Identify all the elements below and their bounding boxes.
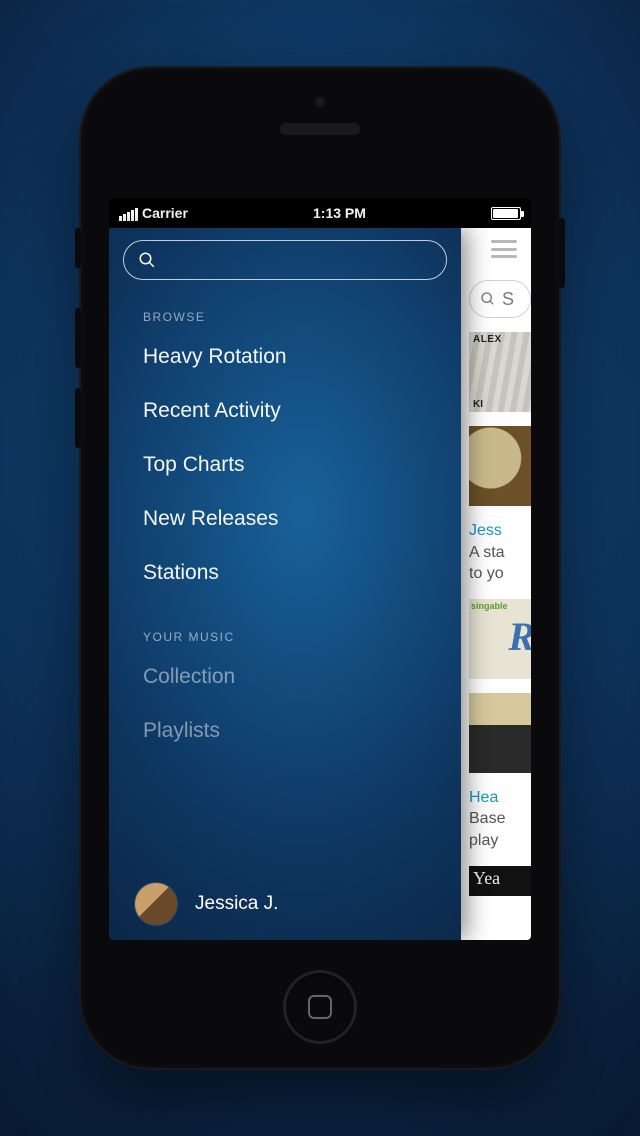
front-camera	[314, 96, 326, 108]
nav-drawer: BROWSE Heavy Rotation Recent Activity To…	[109, 228, 461, 940]
carrier-label: Carrier	[142, 205, 188, 221]
power-button[interactable]	[559, 218, 565, 288]
earpiece	[280, 123, 360, 135]
album-tag: singable	[471, 601, 508, 611]
album-tile[interactable]: singable R	[469, 599, 531, 679]
nav-item-top-charts[interactable]: Top Charts	[109, 438, 461, 492]
search-icon	[138, 251, 156, 269]
profile-name: Jessica J.	[195, 893, 278, 915]
volume-down-button[interactable]	[75, 388, 81, 448]
clock: 1:13 PM	[313, 205, 366, 221]
album-tile[interactable]: Yea	[469, 866, 531, 896]
volume-up-button[interactable]	[75, 308, 81, 368]
content-search-input[interactable]: S	[469, 280, 531, 318]
card-blurb[interactable]: Hea Base play	[469, 787, 531, 852]
battery-icon	[491, 207, 521, 220]
nav-item-collection[interactable]: Collection	[109, 650, 461, 704]
card-subtitle: play	[469, 830, 531, 852]
section-header-your-music: YOUR MUSIC	[109, 600, 461, 650]
nav-item-stations[interactable]: Stations	[109, 546, 461, 600]
card-subtitle: to yo	[469, 563, 531, 585]
hamburger-icon[interactable]	[491, 240, 517, 258]
card-subtitle: A sta	[469, 542, 531, 564]
screen: Carrier 1:13 PM S Jess A sta to yo	[109, 198, 531, 940]
drawer-search-input[interactable]	[123, 240, 447, 280]
app-viewport: S Jess A sta to yo singable R Hea Base	[109, 228, 531, 940]
content-search-text: S	[502, 289, 514, 310]
mute-switch[interactable]	[75, 228, 81, 268]
avatar	[135, 883, 177, 925]
album-tile[interactable]	[469, 332, 531, 412]
nav-item-heavy-rotation[interactable]: Heavy Rotation	[109, 330, 461, 384]
card-title: Jess	[469, 520, 531, 542]
nav-item-playlists[interactable]: Playlists	[109, 704, 461, 758]
card-subtitle: Base	[469, 808, 531, 830]
card-blurb[interactable]: Jess A sta to yo	[469, 520, 531, 585]
main-content-peek[interactable]: S Jess A sta to yo singable R Hea Base	[461, 228, 531, 940]
album-tile[interactable]	[469, 426, 531, 506]
nav-item-recent-activity[interactable]: Recent Activity	[109, 384, 461, 438]
album-letter: R	[508, 613, 531, 660]
search-icon	[480, 291, 496, 307]
section-header-browse: BROWSE	[109, 280, 461, 330]
nav-item-new-releases[interactable]: New Releases	[109, 492, 461, 546]
home-button[interactable]	[283, 970, 357, 1044]
profile-row[interactable]: Jessica J.	[109, 868, 461, 940]
phone-frame: Carrier 1:13 PM S Jess A sta to yo	[81, 68, 559, 1068]
album-tile[interactable]	[469, 693, 531, 773]
status-bar: Carrier 1:13 PM	[109, 198, 531, 228]
card-title: Hea	[469, 787, 531, 809]
album-script: Yea	[469, 866, 531, 889]
signal-icon	[119, 208, 138, 221]
